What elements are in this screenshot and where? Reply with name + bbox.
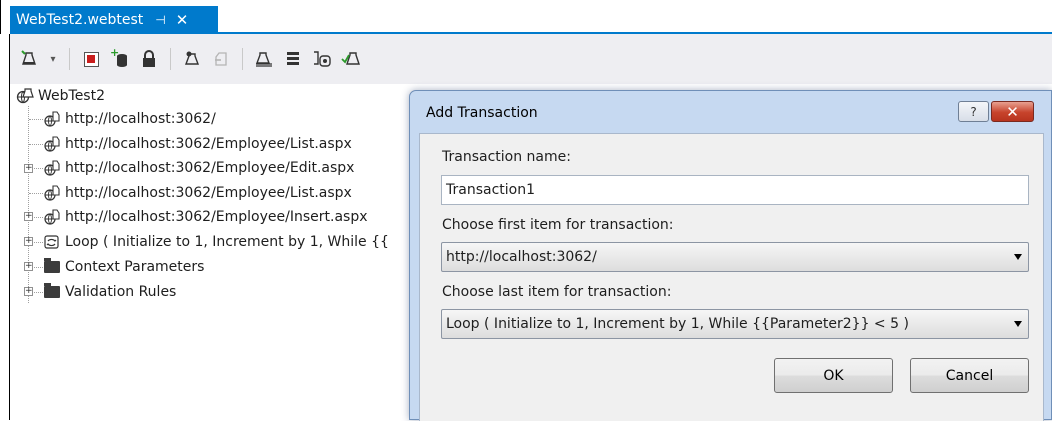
tree-item[interactable]: http://localhost:3062/Employee/Insert.as…	[43, 205, 368, 229]
toolbar-separator	[170, 48, 171, 70]
tree-item-label: Context Parameters	[65, 259, 205, 275]
webtest-icon	[16, 87, 34, 105]
folder-icon	[43, 283, 61, 301]
web-request-icon	[43, 159, 61, 177]
help-button[interactable]: ?	[958, 101, 989, 122]
add-request-icon[interactable]	[19, 48, 39, 70]
web-request-icon	[43, 208, 61, 226]
first-item-label: Choose first item for transaction:	[442, 217, 674, 233]
run-test-icon[interactable]	[341, 48, 361, 70]
tree-item[interactable]: http://localhost:3062/	[43, 107, 216, 131]
tree-item-label: http://localhost:3062/Employee/Insert.as…	[65, 209, 368, 225]
close-icon[interactable]: ✕	[176, 11, 189, 29]
tree-connector	[34, 168, 43, 169]
tree-connector	[34, 292, 43, 293]
insert-request-icon[interactable]	[182, 48, 202, 70]
tree-connector	[34, 242, 43, 243]
web-request-icon	[43, 135, 61, 153]
tree-item[interactable]: Context Parameters	[43, 255, 204, 279]
tree-item[interactable]: http://localhost:3062/Employee/Edit.aspx	[43, 156, 354, 180]
add-datasource-icon[interactable]: +	[110, 46, 130, 70]
tree-item-label: http://localhost:3062/Employee/Edit.aspx	[65, 160, 355, 176]
web-request-icon	[43, 110, 61, 128]
web-request-icon	[43, 184, 61, 202]
cancel-button[interactable]: Cancel	[910, 358, 1029, 393]
tree-item[interactable]: http://localhost:3062/Employee/List.aspx	[43, 181, 352, 205]
tree-connector	[29, 119, 43, 120]
remove-request-icon	[211, 48, 231, 70]
toolbar-separator	[69, 48, 70, 70]
close-icon: ✕	[1006, 102, 1019, 121]
dialog-title: Add Transaction	[426, 105, 538, 121]
dialog-body: Transaction name: Transaction1 Choose fi…	[419, 133, 1044, 421]
transaction-name-label: Transaction name:	[442, 149, 571, 165]
tree-item[interactable]: Loop ( Initialize to 1, Increment by 1, …	[43, 230, 389, 254]
dropdown-arrow-icon	[1014, 321, 1022, 327]
toolbar-separator	[242, 48, 243, 70]
tree-root-label: WebTest2	[38, 88, 105, 104]
tab-webtest2[interactable]: WebTest2.webtest ⊣ ✕	[10, 6, 218, 33]
tree-connector	[34, 267, 43, 268]
last-item-select[interactable]: Loop ( Initialize to 1, Increment by 1, …	[441, 309, 1029, 339]
first-item-select[interactable]: http://localhost:3062/	[441, 242, 1029, 272]
dropdown-arrow-icon	[1014, 254, 1022, 260]
expand-toggle[interactable]: +	[24, 212, 33, 221]
expand-toggle[interactable]: +	[24, 262, 33, 271]
folder-icon	[43, 258, 61, 276]
credentials-icon[interactable]	[139, 48, 159, 70]
last-item-label: Choose last item for transaction:	[442, 284, 672, 300]
tree-item-label: Loop ( Initialize to 1, Increment by 1, …	[65, 234, 389, 250]
loop-icon	[43, 233, 61, 251]
generate-code-icon[interactable]	[312, 48, 332, 70]
stop-recording-icon[interactable]	[81, 48, 101, 70]
tree-item-label: http://localhost:3062/Employee/List.aspx	[65, 136, 352, 152]
document-tabstrip: WebTest2.webtest ⊣ ✕	[0, 0, 1052, 34]
expand-toggle[interactable]: +	[24, 237, 33, 246]
tree-item-label: http://localhost:3062/Employee/List.aspx	[65, 185, 352, 201]
dialog-close-button[interactable]: ✕	[991, 101, 1034, 122]
expand-toggle[interactable]: +	[24, 164, 33, 173]
tree-connector	[29, 193, 43, 194]
tree-connector	[29, 144, 43, 145]
dropdown-arrow-icon[interactable]: ▾	[48, 48, 58, 70]
tree-item-label: Validation Rules	[65, 284, 177, 300]
transaction-name-value: Transaction1	[446, 182, 535, 198]
last-item-value: Loop ( Initialize to 1, Increment by 1, …	[446, 316, 909, 332]
first-item-value: http://localhost:3062/	[446, 249, 597, 265]
request-tree: WebTest2 http://localhost:3062/ http://l…	[10, 84, 420, 420]
tree-connector	[28, 106, 29, 303]
pin-icon[interactable]: ⊣	[155, 13, 165, 27]
ok-button[interactable]: OK	[774, 358, 893, 393]
tree-item[interactable]: http://localhost:3062/Employee/List.aspx	[43, 132, 352, 156]
tab-title: WebTest2.webtest	[16, 11, 144, 28]
add-transaction-dialog: Add Transaction ? ✕ Transaction name: Tr…	[409, 90, 1052, 421]
tree-item-label: http://localhost:3062/	[65, 111, 216, 127]
tree-connector	[34, 217, 43, 218]
tree-item[interactable]: Validation Rules	[43, 280, 176, 304]
tree-root[interactable]: WebTest2	[16, 84, 105, 108]
transaction-name-input[interactable]: Transaction1	[441, 175, 1029, 205]
add-validation-icon[interactable]	[283, 48, 303, 70]
question-mark-icon: ?	[970, 104, 977, 119]
expand-toggle[interactable]: +	[24, 287, 33, 296]
webtest-toolbar: ▾ +	[9, 34, 1052, 84]
parameterize-icon[interactable]	[254, 48, 274, 70]
